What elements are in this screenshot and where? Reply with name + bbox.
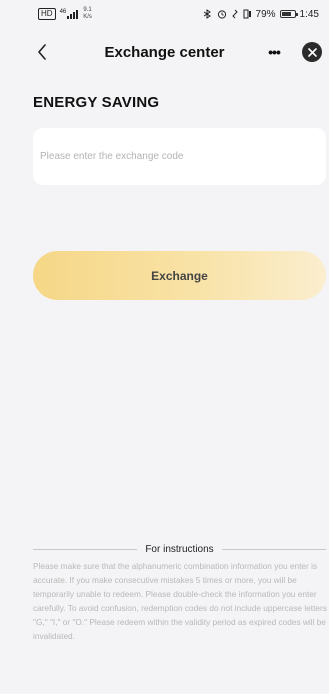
nav-header: Exchange center •••	[0, 36, 329, 68]
section-title: ENERGY SAVING	[33, 94, 160, 111]
divider-right	[221, 548, 327, 550]
instructions-text: Please make sure that the alphanumeric c…	[33, 561, 327, 641]
instructions-title: For instructions	[145, 543, 214, 555]
status-left: HD 46 9.1 K/s	[38, 7, 92, 21]
exchange-button[interactable]: Exchange	[33, 251, 326, 300]
signal-label: 46	[59, 9, 67, 15]
battery-percent: 79%	[255, 8, 276, 20]
exchange-button-label: Exchange	[151, 268, 208, 283]
alarm-icon	[217, 10, 226, 19]
battery-icon	[279, 10, 298, 18]
device-icon	[243, 9, 251, 19]
exchange-center-screen: HD 46 9.1 K/s 79% 1:45 Exchange center •…	[0, 0, 329, 694]
speed-value: 9.1	[83, 7, 92, 13]
instructions-header: For instructions	[33, 541, 327, 557]
sim-badge: HD	[38, 8, 56, 20]
signal-bars-icon	[67, 10, 79, 19]
exchange-code-input[interactable]	[40, 151, 319, 162]
status-right: 79% 1:45	[202, 9, 319, 20]
clock: 1:45	[299, 8, 319, 20]
exchange-code-card	[33, 128, 326, 185]
speed-unit: K/s	[83, 14, 92, 20]
more-dots-icon: •••	[268, 44, 281, 60]
battery-fill	[281, 12, 291, 16]
close-icon	[307, 47, 317, 57]
vibrate-icon	[231, 9, 238, 19]
more-button[interactable]: •••	[262, 40, 286, 64]
close-button[interactable]	[302, 42, 322, 62]
signal-icon: 46	[60, 9, 80, 19]
status-bar: HD 46 9.1 K/s 79% 1:45	[0, 0, 329, 28]
network-speed: 9.1 K/s	[83, 7, 92, 21]
bluetooth-icon	[203, 9, 211, 19]
divider-left	[33, 548, 138, 550]
